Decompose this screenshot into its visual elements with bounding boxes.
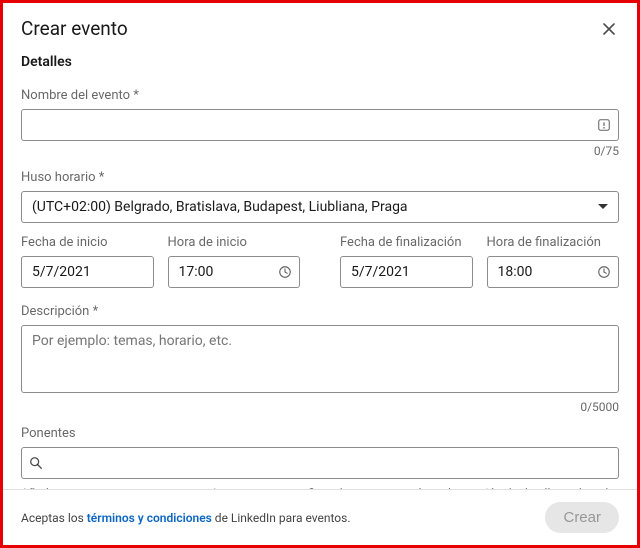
event-name-counter: 0/75 bbox=[21, 144, 619, 158]
start-date-label: Fecha de inicio bbox=[21, 235, 154, 250]
end-time-input[interactable] bbox=[487, 256, 620, 288]
dialog-footer: Aceptas los términos y condiciones de Li… bbox=[3, 489, 637, 545]
start-time-field: Hora de inicio bbox=[168, 235, 301, 288]
terms-prefix: Aceptas los bbox=[21, 511, 87, 525]
description-input[interactable] bbox=[21, 325, 619, 393]
start-time-label: Hora de inicio bbox=[168, 235, 301, 250]
description-label: Descripción * bbox=[21, 304, 619, 319]
dialog-title: Crear evento bbox=[21, 17, 128, 40]
speakers-field: Ponentes Añade a contactos como ponentes… bbox=[21, 426, 619, 489]
speakers-label: Ponentes bbox=[21, 426, 619, 441]
timezone-label: Huso horario * bbox=[21, 170, 619, 185]
event-name-label: Nombre del evento * bbox=[21, 88, 619, 103]
start-date-input[interactable] bbox=[21, 256, 154, 288]
timezone-field: Huso horario * (UTC+02:00) Belgrado, Bra… bbox=[21, 170, 619, 223]
end-date-input[interactable] bbox=[340, 256, 473, 288]
start-date-field: Fecha de inicio bbox=[21, 235, 154, 288]
speakers-search-input[interactable] bbox=[21, 447, 619, 479]
search-icon bbox=[29, 456, 43, 470]
create-button[interactable]: Crear bbox=[545, 502, 619, 533]
dialog-header: Crear evento bbox=[3, 3, 637, 54]
create-event-dialog: Crear evento Detalles Nombre del evento … bbox=[0, 0, 640, 548]
end-date-field: Fecha de finalización bbox=[340, 235, 473, 288]
form-scroll-area[interactable]: Detalles Nombre del evento * 0/75 Huso h… bbox=[3, 54, 637, 489]
timezone-select[interactable]: (UTC+02:00) Belgrado, Bratislava, Budape… bbox=[21, 191, 619, 223]
terms-text: Aceptas los términos y condiciones de Li… bbox=[21, 511, 351, 525]
terms-link[interactable]: términos y condiciones bbox=[87, 511, 212, 525]
section-title-details: Detalles bbox=[21, 54, 619, 70]
end-date-label: Fecha de finalización bbox=[340, 235, 473, 250]
end-time-label: Hora de finalización bbox=[487, 235, 620, 250]
event-name-field: Nombre del evento * 0/75 bbox=[21, 88, 619, 158]
description-field: Descripción * 0/5000 bbox=[21, 304, 619, 414]
terms-suffix: de LinkedIn para eventos. bbox=[212, 511, 351, 525]
description-counter: 0/5000 bbox=[21, 400, 619, 414]
start-time-input[interactable] bbox=[168, 256, 301, 288]
close-icon[interactable] bbox=[599, 19, 619, 39]
event-name-input[interactable] bbox=[21, 109, 619, 141]
end-time-field: Hora de finalización bbox=[487, 235, 620, 288]
